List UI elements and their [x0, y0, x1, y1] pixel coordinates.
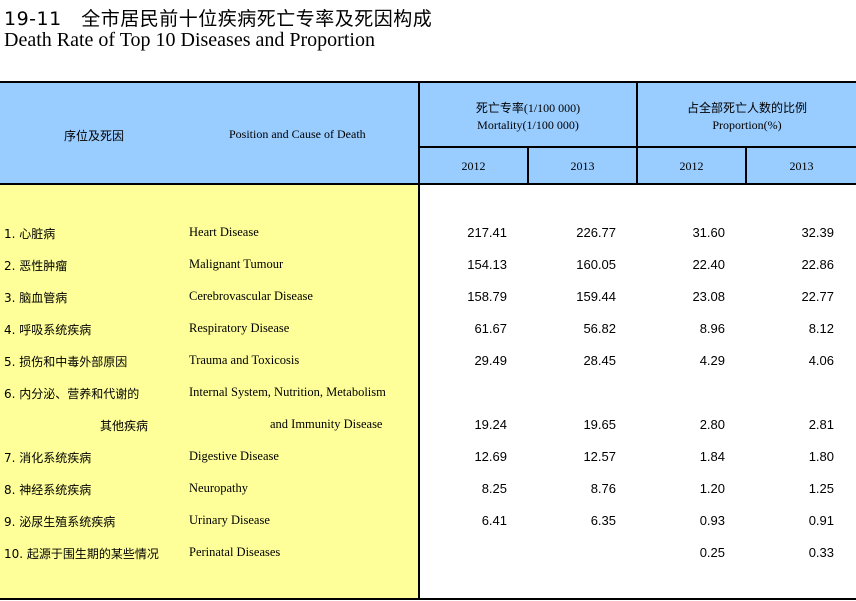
cause-name-cn: 其他疾病	[100, 419, 149, 433]
proportion-2012-value: 2.80	[699, 417, 725, 432]
cause-name-cn: 5. 损伤和中毒外部原因	[4, 355, 128, 369]
cause-name-en: and Immunity Disease	[270, 417, 383, 431]
proportion-2012-value: 1.84	[699, 449, 725, 464]
header-mortality-cn: 死亡专率(1/100 000)	[475, 101, 581, 115]
cause-name-en: Digestive Disease	[189, 449, 279, 463]
cause-name-en: Perinatal Diseases	[189, 545, 281, 559]
cause-name-cn: 10. 起源于围生期的某些情况	[4, 547, 159, 561]
header-year-proportion-2013: 2013	[747, 148, 856, 184]
mortality-2012-value: 8.25	[481, 481, 507, 496]
mortality-2012-value: 217.41	[467, 225, 507, 240]
mortality-2012-value: 19.24	[474, 417, 507, 432]
proportion-2013-value: 1.80	[808, 449, 834, 464]
proportion-2012-value: 22.40	[692, 257, 725, 272]
cause-name-en: Respiratory Disease	[189, 321, 290, 335]
proportion-2012-value: 31.60	[692, 225, 725, 240]
cause-name-cn: 1. 心脏病	[4, 227, 56, 241]
mortality-2012-value: 61.67	[474, 321, 507, 336]
mortality-2013-value: 56.82	[583, 321, 616, 336]
mortality-2013-value: 226.77	[576, 225, 616, 240]
header-mortality: 死亡专率(1/100 000) Mortality(1/100 000)	[420, 83, 636, 146]
proportion-2013-value: 2.81	[808, 417, 834, 432]
mortality-2013-value: 160.05	[576, 257, 616, 272]
proportion-2013-value: 4.06	[808, 353, 834, 368]
cause-name-cn: 8. 神经系统疾病	[4, 483, 92, 497]
proportion-2012-value: 8.96	[699, 321, 725, 336]
cause-name-cn: 3. 脑血管病	[4, 291, 68, 305]
proportion-2012-value: 1.20	[699, 481, 725, 496]
header-mortality-en: Mortality(1/100 000)	[477, 118, 579, 132]
cause-name-en: Internal System, Nutrition, Metabolism	[189, 385, 386, 399]
mortality-2012-value: 154.13	[467, 257, 507, 272]
header-year-mortality-2012: 2012	[420, 148, 527, 184]
header-proportion-en: Proportion(%)	[712, 118, 782, 132]
header-proportion: 占全部死亡人数的比例 Proportion(%)	[638, 83, 856, 146]
proportion-2013-value: 22.86	[801, 257, 834, 272]
proportion-2012-value: 0.93	[699, 513, 725, 528]
proportion-2012-value: 0.25	[699, 545, 725, 560]
proportion-2013-value: 22.77	[801, 289, 834, 304]
cause-name-en: Malignant Tumour	[189, 257, 284, 271]
header-cause: 序位及死因 Position and Cause of Death	[0, 83, 418, 184]
header-proportion-cn: 占全部死亡人数的比例	[686, 101, 807, 115]
cause-name-cn: 2. 恶性肿瘤	[4, 259, 68, 273]
proportion-2012-value: 23.08	[692, 289, 725, 304]
proportion-2013-value: 0.33	[808, 545, 834, 560]
cause-name-en: Heart Disease	[189, 225, 259, 239]
header-year-mortality-2013: 2013	[529, 148, 636, 184]
cause-name-cn: 6. 内分泌、营养和代谢的	[4, 387, 140, 401]
header-year-proportion-2012: 2012	[638, 148, 745, 184]
cause-name-cn: 4. 呼吸系统疾病	[4, 323, 92, 337]
header-cause-cn: 序位及死因	[64, 129, 125, 143]
data-table: 序位及死因 Position and Cause of Death 死亡专率(1…	[0, 81, 856, 600]
mortality-2013-value: 28.45	[583, 353, 616, 368]
mortality-2013-value: 19.65	[583, 417, 616, 432]
mortality-2012-value: 6.41	[481, 513, 507, 528]
cause-name-en: Neuropathy	[189, 481, 249, 495]
mortality-2012-value: 158.79	[467, 289, 507, 304]
mortality-2012-value: 29.49	[474, 353, 507, 368]
mortality-2013-value: 6.35	[590, 513, 616, 528]
page-title-chinese: 19-11 全市居民前十位疾病死亡专率及死因构成	[4, 8, 433, 30]
mortality-2013-value: 8.76	[590, 481, 616, 496]
cause-name-en: Trauma and Toxicosis	[189, 353, 300, 367]
values-body	[420, 185, 856, 599]
page-title-english: Death Rate of Top 10 Diseases and Propor…	[4, 29, 375, 51]
mortality-2012-value: 12.69	[474, 449, 507, 464]
mortality-2013-value: 159.44	[576, 289, 616, 304]
mortality-2013-value: 12.57	[583, 449, 616, 464]
cause-name-en: Urinary Disease	[189, 513, 270, 527]
proportion-2013-value: 8.12	[808, 321, 834, 336]
cause-name-en: Cerebrovascular Disease	[189, 289, 313, 303]
proportion-2012-value: 4.29	[699, 353, 725, 368]
proportion-2013-value: 1.25	[808, 481, 834, 496]
proportion-2013-value: 0.91	[808, 513, 834, 528]
header-cause-en: Position and Cause of Death	[229, 127, 366, 141]
cause-name-cn: 9. 泌尿生殖系统疾病	[4, 515, 116, 529]
cause-name-cn: 7. 消化系统疾病	[4, 451, 92, 465]
proportion-2013-value: 32.39	[801, 225, 834, 240]
